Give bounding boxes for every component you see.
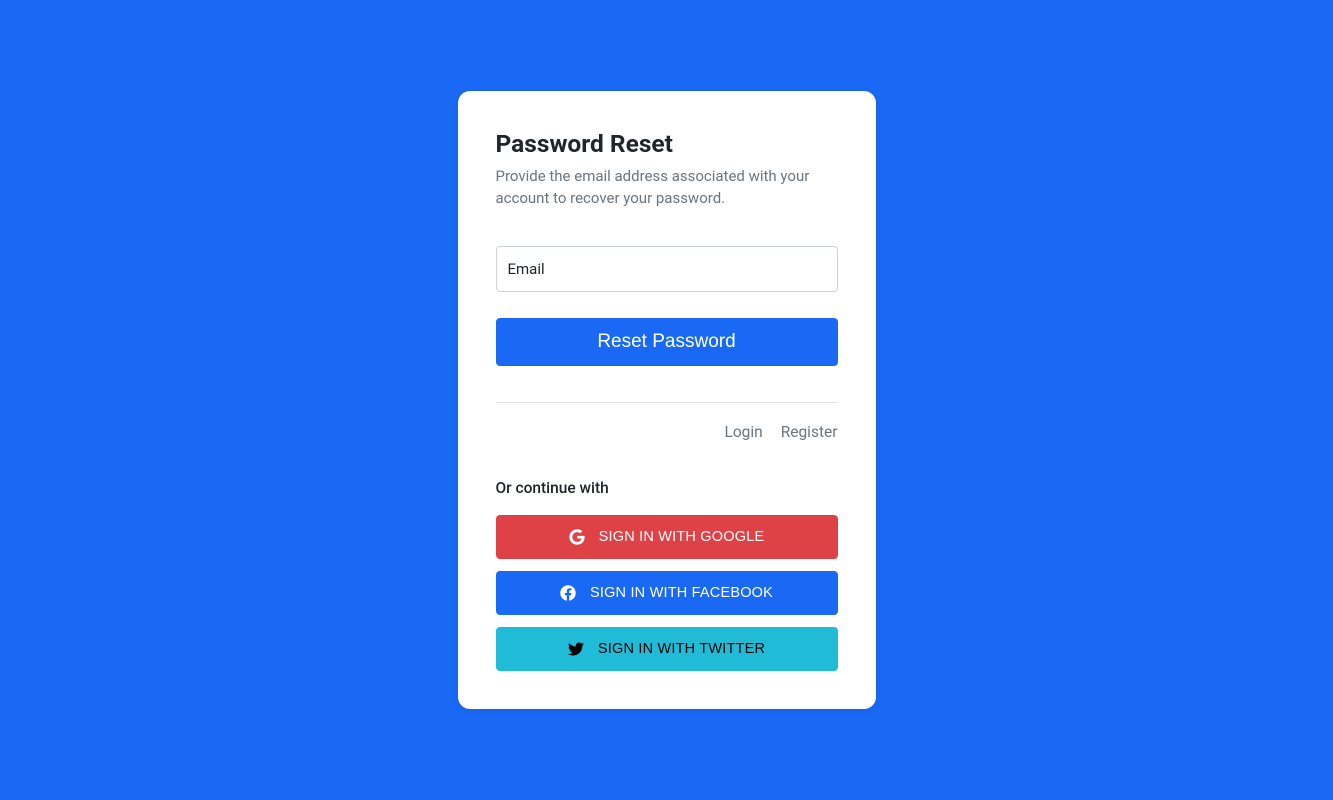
twitter-signin-button[interactable]: SIGN IN WITH TWITTER — [496, 627, 838, 671]
register-link[interactable]: Register — [781, 423, 838, 441]
auth-links: Login Register — [496, 423, 838, 441]
google-signin-button[interactable]: SIGN IN WITH GOOGLE — [496, 515, 838, 559]
twitter-signin-label: SIGN IN WITH TWITTER — [598, 641, 765, 657]
divider — [496, 402, 838, 403]
reset-password-button[interactable]: Reset Password — [496, 318, 838, 366]
email-input-wrap: Email — [496, 246, 838, 292]
google-icon — [569, 529, 585, 545]
page-subtitle: Provide the email address associated wit… — [496, 166, 838, 210]
facebook-signin-button[interactable]: SIGN IN WITH FACEBOOK — [496, 571, 838, 615]
email-field[interactable] — [496, 246, 838, 292]
twitter-icon — [568, 641, 584, 657]
facebook-icon — [560, 585, 576, 601]
page-title: Password Reset — [496, 129, 838, 158]
google-signin-label: SIGN IN WITH GOOGLE — [599, 529, 765, 545]
login-link[interactable]: Login — [724, 423, 762, 441]
password-reset-card: Password Reset Provide the email address… — [458, 91, 876, 709]
continue-label: Or continue with — [496, 479, 838, 497]
facebook-signin-label: SIGN IN WITH FACEBOOK — [590, 585, 773, 601]
